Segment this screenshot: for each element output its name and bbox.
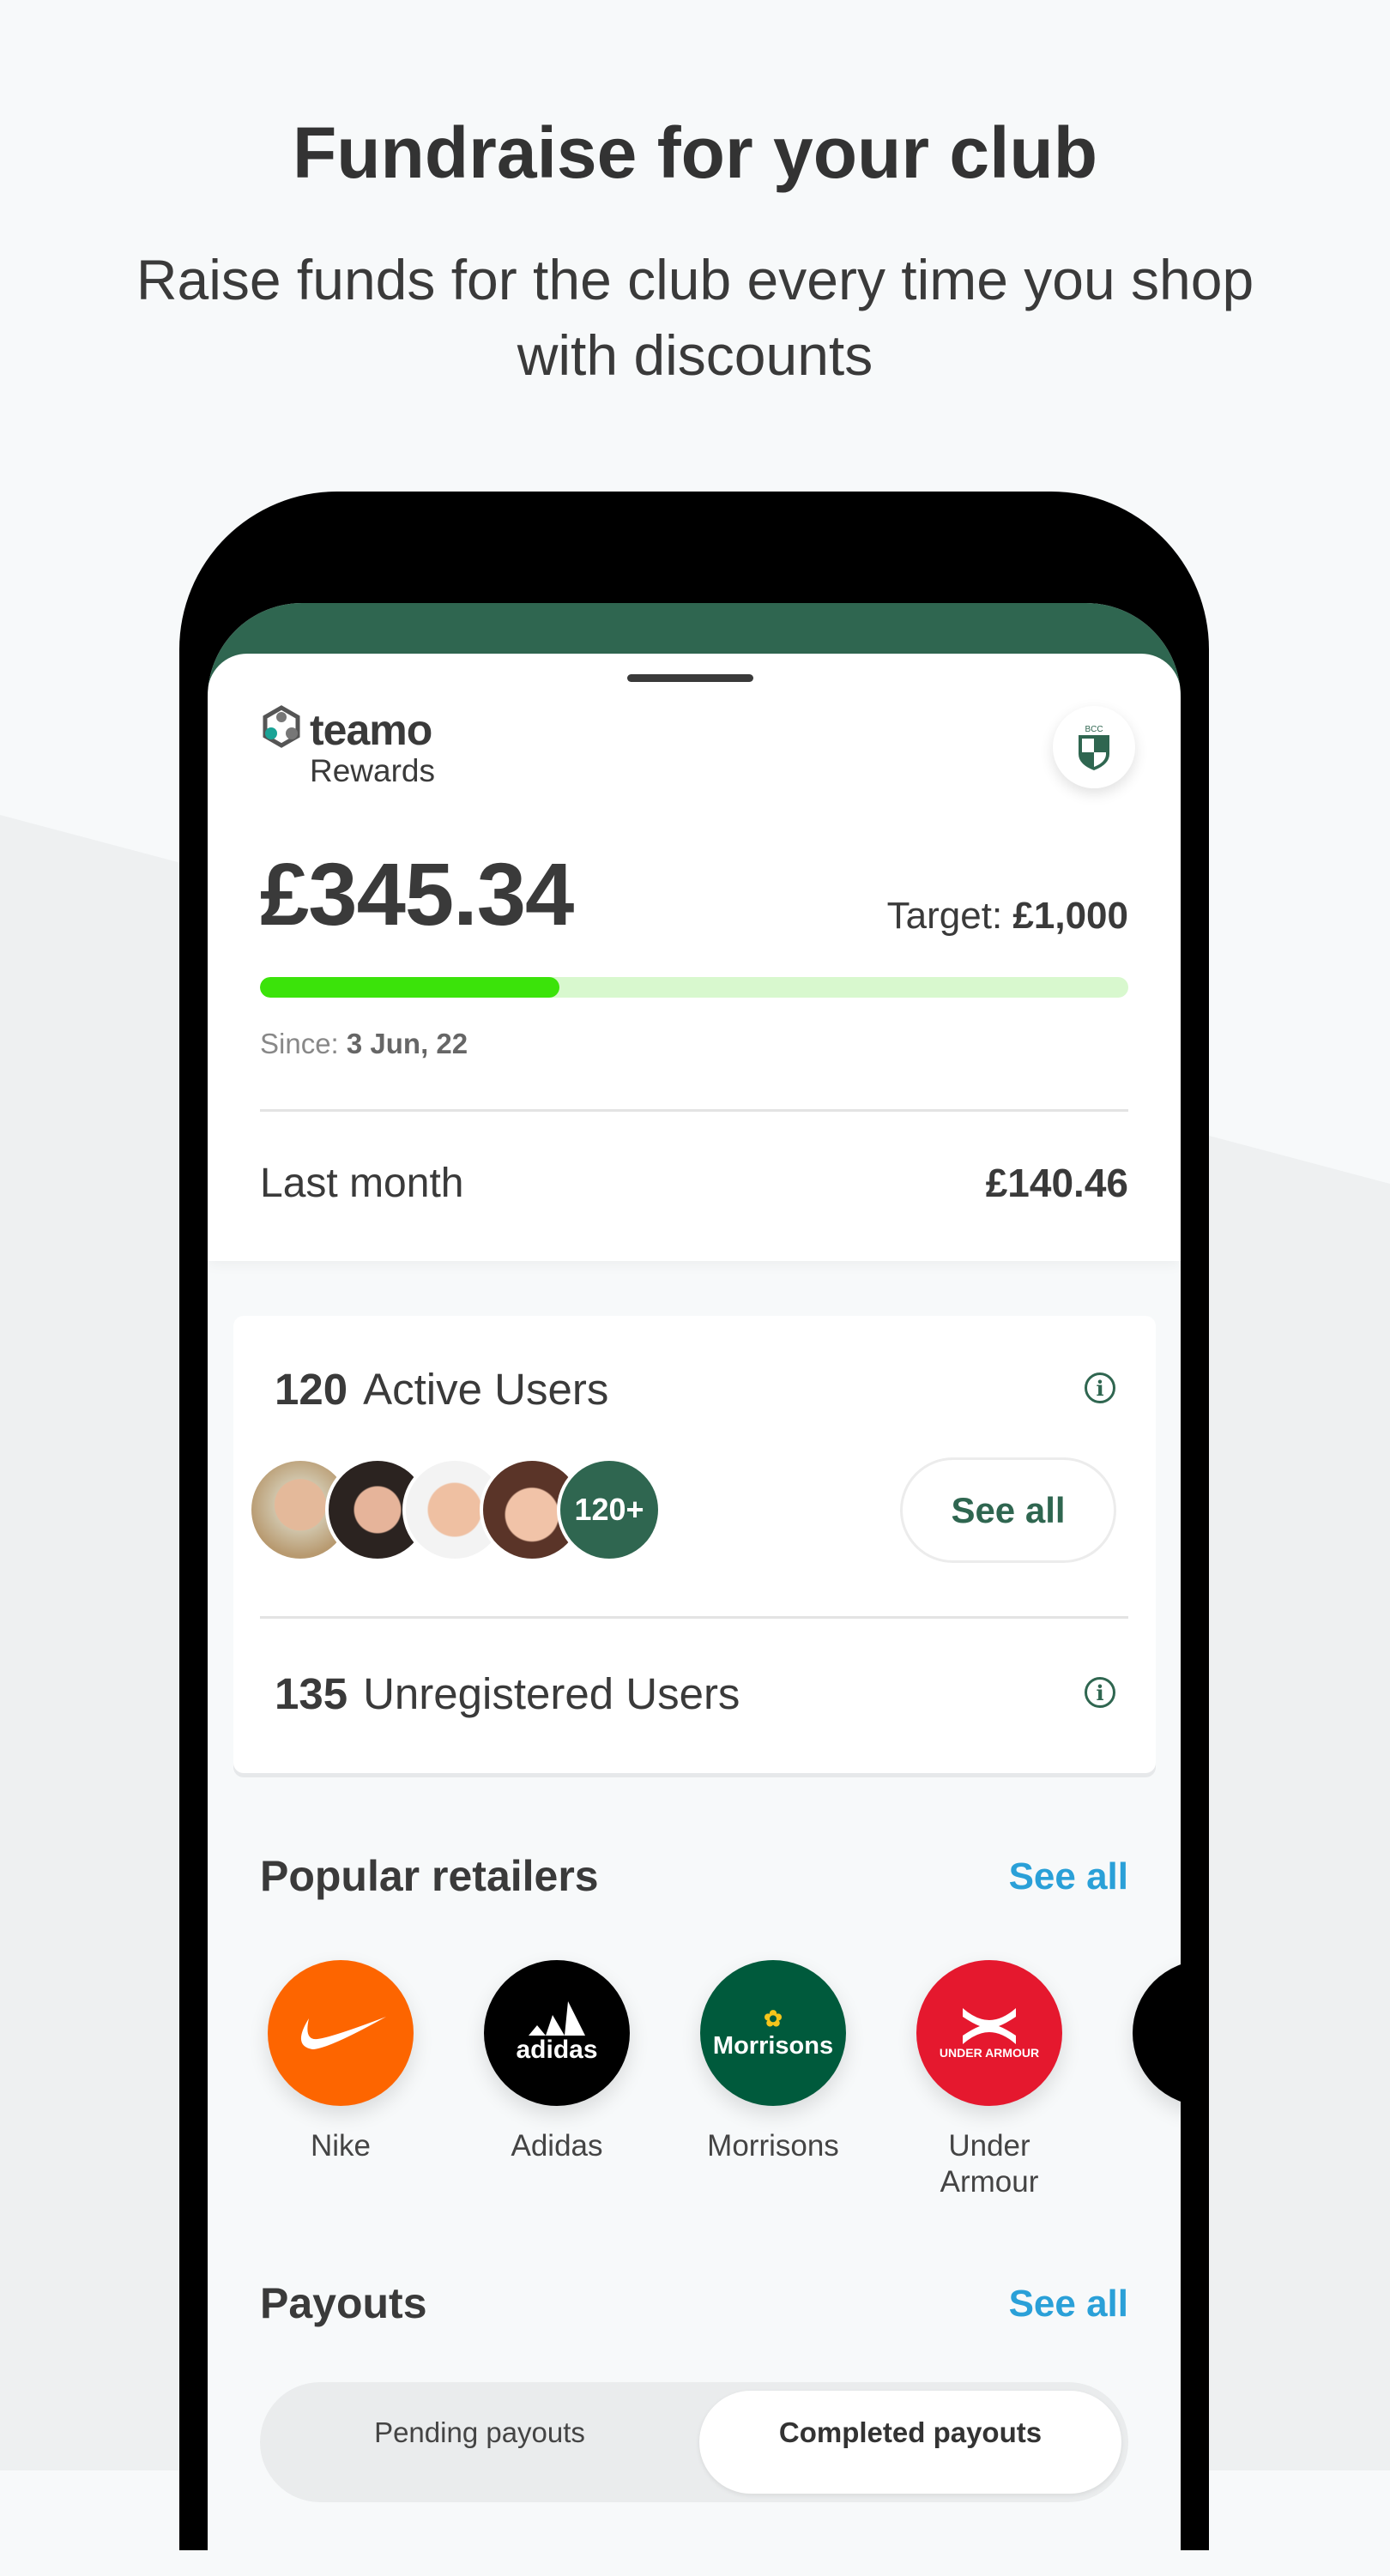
promo-headline: Fundraise for your club	[292, 112, 1098, 193]
logo-text: teamo	[310, 706, 432, 754]
summary-sheet: teamo Rewards BCC £345.34 Target: £1,000…	[208, 654, 1181, 1261]
club-badge-button[interactable]: BCC	[1053, 706, 1135, 788]
retailer-morrisons[interactable]: ✿ Morrisons Morrisons	[679, 1960, 867, 2164]
unregistered-users-row: 135 Unregistered Users	[275, 1668, 740, 1719]
nike-logo	[268, 1960, 414, 2106]
target: Target: £1,000	[887, 895, 1128, 938]
retailer-nike[interactable]: Nike	[246, 1960, 435, 2164]
active-label: Active Users	[363, 1365, 609, 1414]
retailer-under-armour[interactable]: UNDER ARMOUR Under Armour	[895, 1960, 1084, 2200]
morrisons-wheat-icon: ✿	[764, 2006, 783, 2031]
users-card: 120 Active Users i 120+ See all 135 Unregi…	[233, 1316, 1156, 1773]
divider	[260, 1109, 1128, 1112]
unregistered-count: 135	[275, 1669, 348, 1718]
unregistered-label: Unregistered Users	[363, 1669, 740, 1718]
teamo-logo: teamo Rewards	[260, 705, 435, 788]
logo-subtext: Rewards	[310, 753, 435, 788]
info-icon[interactable]: i	[1085, 1677, 1115, 1708]
adidas-stripes-icon	[529, 2001, 585, 2036]
progress-fill	[260, 977, 560, 998]
retailer-label: Morrisons	[707, 2129, 839, 2163]
since-date: Since: 3 Jun, 22	[260, 1028, 468, 1060]
last-month-value: £140.46	[985, 1161, 1128, 1205]
target-value: £1,000	[1012, 895, 1128, 937]
phone-screen: teamo Rewards BCC £345.34 Target: £1,000…	[208, 603, 1181, 2576]
progress-bar	[260, 977, 1128, 998]
target-label: Target:	[886, 895, 1003, 937]
payout-tabs: Pending payouts Completed payouts	[260, 2382, 1128, 2502]
club-shield-icon: BCC	[1079, 725, 1109, 770]
active-count: 120	[275, 1365, 348, 1414]
under-armour-logo: UNDER ARMOUR	[916, 1960, 1062, 2106]
active-users-row: 120 Active Users	[275, 1364, 608, 1415]
tab-pending-payouts[interactable]: Pending payouts	[269, 2391, 691, 2494]
svg-text:BCC: BCC	[1085, 725, 1103, 734]
teamo-logo-icon	[263, 705, 300, 748]
retailer-partial[interactable]: a A	[1111, 1960, 1181, 2164]
retailer-adidas[interactable]: adidas Adidas	[462, 1960, 651, 2164]
info-icon[interactable]: i	[1085, 1372, 1115, 1403]
see-all-users-button[interactable]: See all	[900, 1457, 1116, 1563]
subtitle-line: Raise funds for the club every time you …	[136, 248, 1254, 311]
adidas-logo: adidas	[484, 1960, 630, 2106]
subtitle-line: with discounts	[517, 323, 873, 387]
promo-subtitle: Raise funds for the club every time you …	[51, 242, 1339, 393]
since-label: Since:	[260, 1028, 339, 1059]
last-month-label: Last month	[260, 1161, 464, 1206]
retailer-label: A	[1111, 2128, 1181, 2164]
morrisons-logo: ✿ Morrisons	[700, 1960, 846, 2106]
retailers-title: Popular retailers	[260, 1852, 599, 1900]
divider	[260, 1616, 1128, 1619]
payouts-title: Payouts	[260, 2279, 427, 2327]
under-armour-wordmark: UNDER ARMOUR	[939, 2046, 1040, 2060]
see-all-retailers-link[interactable]: See all	[1009, 1855, 1128, 1898]
under-armour-icon	[963, 2008, 1016, 2044]
tab-completed-payouts[interactable]: Completed payouts	[699, 2391, 1121, 2494]
since-value: 3 Jun, 22	[346, 1028, 468, 1059]
retailer-label: Under Armour	[940, 2129, 1039, 2199]
adidas-wordmark: adidas	[516, 2036, 598, 2064]
nike-swoosh-icon	[300, 2017, 386, 2049]
retailer-label: Nike	[310, 2129, 372, 2163]
morrisons-wordmark: Morrisons	[712, 2032, 834, 2060]
see-all-payouts-link[interactable]: See all	[1009, 2283, 1128, 2326]
more-users-badge[interactable]: 120+	[557, 1457, 662, 1562]
retailer-logo: a	[1133, 1960, 1181, 2106]
raised-amount: £345.34	[260, 845, 574, 944]
retailer-label: Adidas	[511, 2129, 603, 2163]
drag-handle[interactable]	[627, 674, 753, 682]
